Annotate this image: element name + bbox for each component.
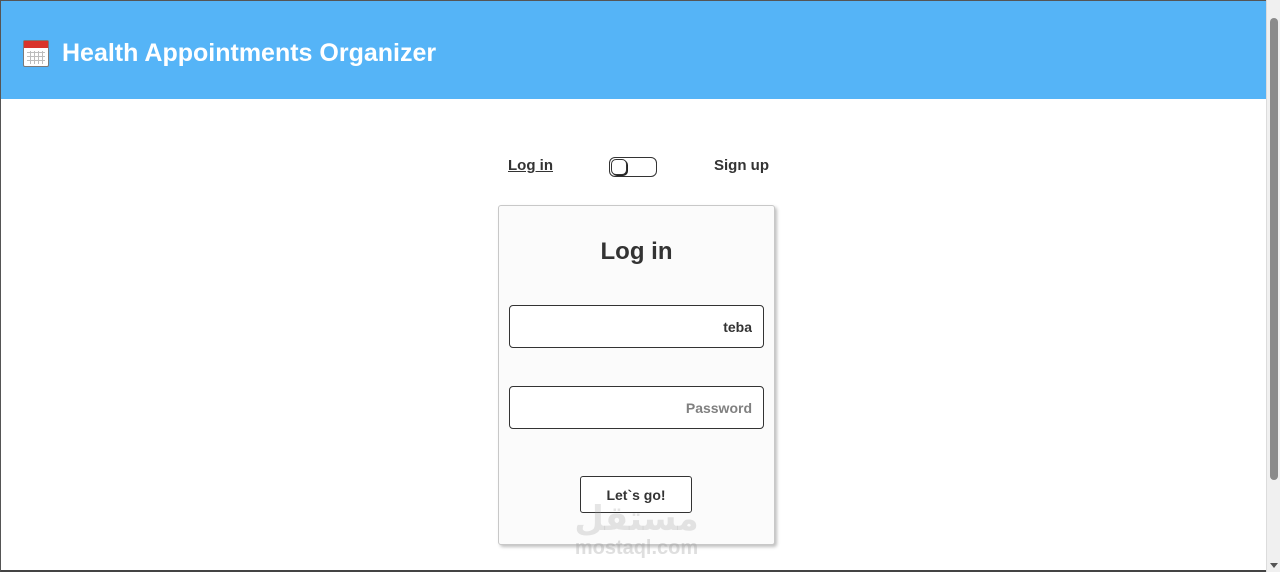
toggle-knob: [611, 159, 627, 175]
submit-button[interactable]: Let`s go!: [580, 476, 692, 513]
password-input[interactable]: [509, 386, 764, 429]
login-signup-toggle[interactable]: [609, 157, 657, 177]
vertical-scrollbar[interactable]: [1266, 0, 1280, 572]
signup-mode-label[interactable]: Sign up: [714, 157, 769, 174]
username-input[interactable]: [509, 305, 764, 348]
login-mode-link[interactable]: Log in: [508, 157, 553, 174]
scroll-down-arrow-icon[interactable]: [1270, 563, 1278, 568]
app-title: Health Appointments Organizer: [62, 39, 437, 67]
login-card-title: Log in: [600, 238, 673, 265]
calendar-icon: [23, 40, 49, 67]
app-header: Health Appointments Organizer: [1, 1, 1266, 99]
scrollbar-thumb[interactable]: [1270, 18, 1278, 480]
login-card: Log in Let`s go! مستقل mostaql.com: [498, 205, 775, 559]
